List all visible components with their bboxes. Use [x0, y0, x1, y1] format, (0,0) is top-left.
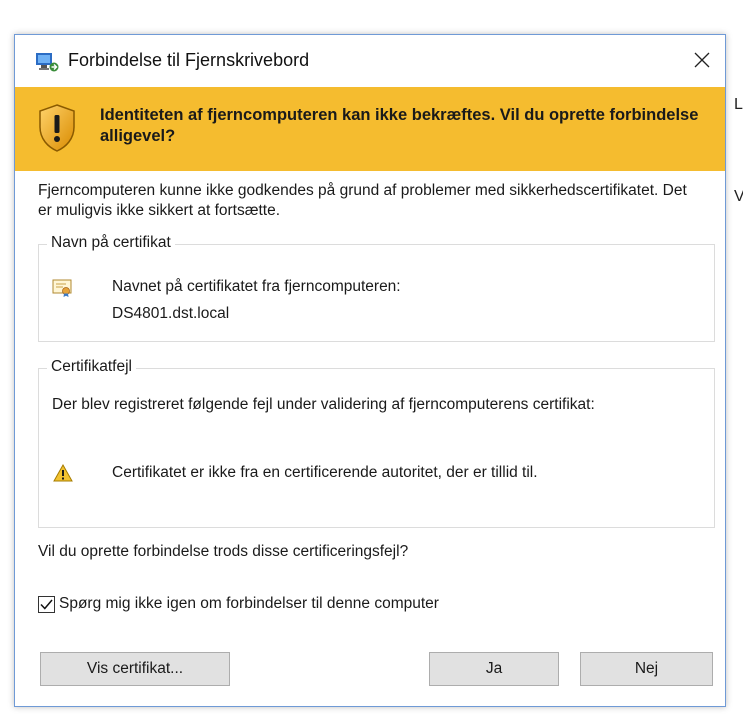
yes-button[interactable]: Ja	[429, 652, 559, 686]
certificate-error-item: Certifikatet er ikke fra en certificeren…	[112, 464, 538, 481]
background-top	[0, 0, 743, 34]
certificate-error-description: Der blev registreret følgende fejl under…	[52, 396, 595, 413]
background-text: V	[734, 188, 743, 205]
warning-banner-text: Identiteten af fjerncomputeren kan ikke …	[100, 106, 699, 145]
group-legend: Certifikatfejl	[47, 358, 136, 376]
intro-text: Fjerncomputeren kunne ikke godkendes på …	[38, 182, 687, 219]
dont-ask-again-option[interactable]: Spørg mig ikke igen om forbindelser til …	[38, 595, 439, 613]
dont-ask-again-label[interactable]: Spørg mig ikke igen om forbindelser til …	[59, 595, 439, 613]
certificate-name-label: Navnet på certifikatet fra fjerncomputer…	[112, 278, 401, 295]
dont-ask-again-checkbox[interactable]	[38, 595, 55, 613]
remote-desktop-icon	[36, 53, 59, 72]
warning-banner: Identiteten af fjerncomputeren kan ikke …	[15, 87, 725, 171]
certificate-name-value: DS4801.dst.local	[112, 305, 230, 322]
certificate-name-group: Navn på certifikat Navnet på certifikate…	[38, 234, 715, 342]
close-icon	[694, 52, 710, 68]
dialog-title: Forbindelse til Fjernskrivebord	[68, 50, 310, 70]
certificate-icon	[52, 279, 72, 297]
checkmark-icon	[40, 599, 53, 610]
shield-warning-icon	[39, 104, 75, 152]
no-button[interactable]: Nej	[580, 652, 713, 686]
group-legend: Navn på certifikat	[47, 234, 175, 252]
background-text: L	[734, 96, 743, 113]
close-button[interactable]	[679, 35, 725, 85]
title-bar: Forbindelse til Fjernskrivebord	[15, 35, 725, 85]
rdp-certificate-dialog: Forbindelse til Fjernskrivebord Identite…	[14, 34, 726, 707]
connect-question: Vil du oprette forbindelse trods disse c…	[38, 543, 409, 560]
warning-icon	[53, 464, 73, 482]
view-certificate-button[interactable]: Vis certifikat...	[40, 652, 230, 686]
certificate-error-group: Certifikatfejl Der blev registreret følg…	[38, 358, 715, 528]
